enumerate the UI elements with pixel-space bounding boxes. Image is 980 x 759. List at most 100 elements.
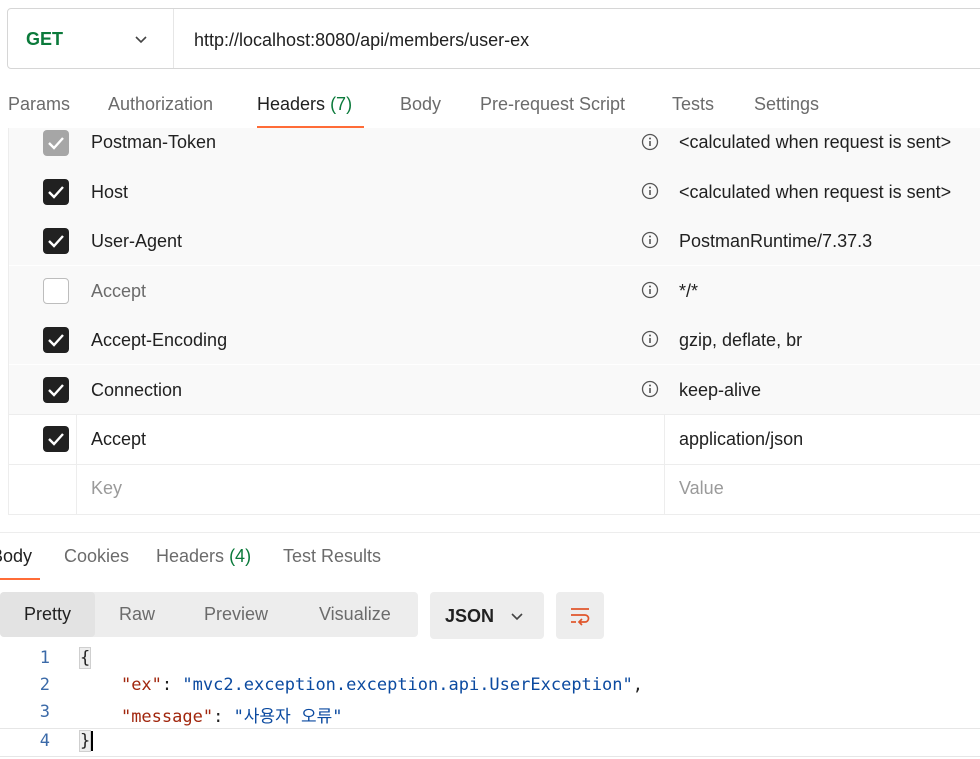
text-cursor xyxy=(91,731,94,751)
column-divider xyxy=(76,465,77,514)
json-key: "ex" xyxy=(120,675,162,695)
header-checkbox[interactable] xyxy=(43,278,69,304)
header-value[interactable]: */* xyxy=(679,281,698,302)
info-icon[interactable] xyxy=(641,380,659,398)
column-divider xyxy=(664,415,665,464)
headers-table: Postman-Token <calculated when request i… xyxy=(8,128,980,515)
code-line: 1 { xyxy=(0,647,980,675)
resp-tab-body[interactable]: Body xyxy=(0,546,32,567)
open-brace: { xyxy=(78,647,92,669)
header-checkbox[interactable] xyxy=(43,426,69,452)
resp-tab-headers[interactable]: Headers (4) xyxy=(156,546,251,567)
check-icon xyxy=(48,433,64,446)
info-icon[interactable] xyxy=(641,281,659,299)
new-key-input[interactable]: Key xyxy=(91,478,122,499)
check-icon xyxy=(48,235,64,248)
format-label: JSON xyxy=(445,606,495,626)
header-row: Accept application/json xyxy=(9,414,980,464)
header-value[interactable]: <calculated when request is sent> xyxy=(679,182,951,203)
json-string: "사용자 오류" xyxy=(233,707,343,727)
resp-tab-cookies[interactable]: Cookies xyxy=(64,546,129,567)
tab-headers-count: (7) xyxy=(330,94,353,114)
code-text: "ex": "mvc2.exception.exception.api.User… xyxy=(120,675,643,695)
view-preview[interactable]: Preview xyxy=(204,592,268,637)
chevron-down-icon xyxy=(511,613,523,621)
check-icon xyxy=(48,137,64,150)
wrap-lines-icon xyxy=(571,608,590,626)
header-key[interactable]: User-Agent xyxy=(91,231,182,252)
header-checkbox[interactable] xyxy=(43,377,69,403)
json-string: "mvc2.exception.exception.api.UserExcept… xyxy=(182,675,633,695)
view-raw[interactable]: Raw xyxy=(119,592,155,637)
header-key[interactable]: Host xyxy=(91,182,128,203)
header-row: Host <calculated when request is sent> xyxy=(9,167,980,216)
header-row: Connection keep-alive xyxy=(9,365,980,414)
header-row: Accept */* xyxy=(9,266,980,315)
url-input[interactable]: http://localhost:8080/api/members/user-e… xyxy=(194,30,529,51)
column-divider xyxy=(76,415,77,464)
info-icon[interactable] xyxy=(641,182,659,200)
format-select[interactable]: JSON xyxy=(430,592,544,639)
resp-tab-headers-label: Headers xyxy=(156,546,225,566)
chevron-down-icon xyxy=(135,36,147,44)
header-checkbox[interactable] xyxy=(43,179,69,205)
header-row: Accept-Encoding gzip, deflate, br xyxy=(9,315,980,364)
info-icon[interactable] xyxy=(641,330,659,348)
tab-params[interactable]: Params xyxy=(8,94,70,115)
tab-pre-request-script[interactable]: Pre-request Script xyxy=(480,94,625,115)
code-text: "message": "사용자 오류" xyxy=(120,707,343,727)
code-text: { xyxy=(78,647,92,669)
tab-body[interactable]: Body xyxy=(400,94,441,115)
tab-authorization[interactable]: Authorization xyxy=(108,94,213,115)
header-value[interactable]: PostmanRuntime/7.37.3 xyxy=(679,231,872,252)
header-key[interactable]: Connection xyxy=(91,380,182,401)
method-label: GET xyxy=(26,29,64,49)
wrap-lines-button[interactable] xyxy=(556,592,604,639)
header-checkbox[interactable] xyxy=(43,130,69,156)
line-number: 4 xyxy=(39,731,50,751)
active-resp-tab-indicator xyxy=(0,578,40,580)
request-url-bar: GET http://localhost:8080/api/members/us… xyxy=(7,8,980,69)
column-divider xyxy=(664,465,665,514)
info-icon[interactable] xyxy=(641,133,659,151)
resp-tab-headers-count: (4) xyxy=(229,546,252,566)
new-value-input[interactable]: Value xyxy=(679,478,724,499)
header-value[interactable]: gzip, deflate, br xyxy=(679,330,802,351)
view-visualize[interactable]: Visualize xyxy=(319,592,391,637)
info-icon[interactable] xyxy=(641,231,659,249)
check-icon xyxy=(48,186,64,199)
close-brace: } xyxy=(78,730,92,752)
section-divider xyxy=(0,532,980,533)
json-key: "message" xyxy=(120,707,214,727)
request-tabs: Params Authorization Headers (7) Body Pr… xyxy=(0,86,980,130)
header-key[interactable]: Postman-Token xyxy=(91,132,216,153)
tab-headers[interactable]: Headers (7) xyxy=(257,94,352,115)
tab-settings[interactable]: Settings xyxy=(754,94,819,115)
header-value[interactable]: application/json xyxy=(679,429,803,450)
new-header-row: Key Value xyxy=(9,464,980,514)
header-value[interactable]: <calculated when request is sent> xyxy=(679,132,951,153)
code-line: 3 "message": "사용자 오류" xyxy=(0,702,980,729)
header-checkbox[interactable] xyxy=(43,228,69,254)
header-checkbox[interactable] xyxy=(43,327,69,353)
response-tabs: Body Cookies Headers (4) Test Results xyxy=(0,538,980,582)
code-text: } xyxy=(78,730,94,752)
view-mode-selector: Pretty Raw Preview Visualize xyxy=(0,592,418,637)
header-key[interactable]: Accept xyxy=(91,429,146,450)
code-line: 2 "ex": "mvc2.exception.exception.api.Us… xyxy=(0,675,980,702)
line-number: 2 xyxy=(39,675,50,695)
code-line-current: 4 } xyxy=(0,728,980,757)
check-icon xyxy=(48,384,64,397)
check-icon xyxy=(48,334,64,347)
tab-headers-label: Headers xyxy=(257,94,326,114)
header-value[interactable]: keep-alive xyxy=(679,380,761,401)
header-key[interactable]: Accept-Encoding xyxy=(91,330,227,351)
header-row: User-Agent PostmanRuntime/7.37.3 xyxy=(9,216,980,265)
view-pretty[interactable]: Pretty xyxy=(0,592,95,637)
header-key[interactable]: Accept xyxy=(91,281,146,302)
resp-tab-test-results[interactable]: Test Results xyxy=(283,546,381,567)
method-select[interactable]: GET xyxy=(8,9,174,68)
line-number: 3 xyxy=(39,702,50,722)
tab-tests[interactable]: Tests xyxy=(672,94,714,115)
line-number: 1 xyxy=(39,648,50,668)
